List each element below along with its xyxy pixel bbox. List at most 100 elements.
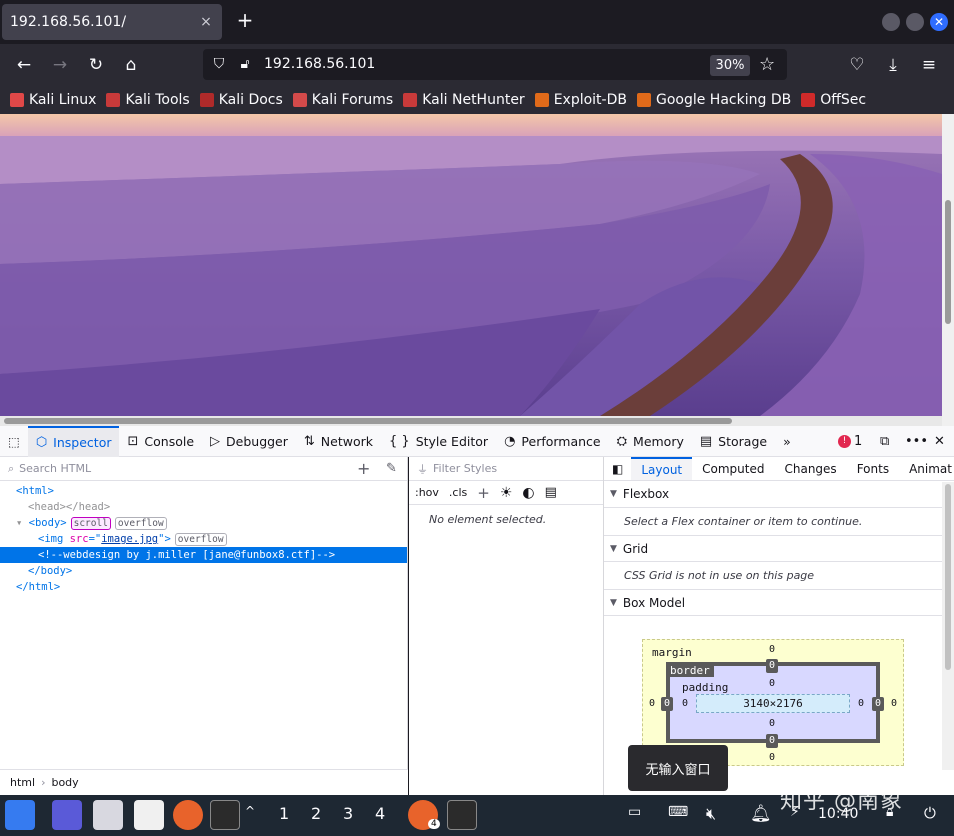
add-rule-icon[interactable]: + [477, 484, 490, 502]
tab-animations[interactable]: Animat [899, 457, 954, 480]
forward-button[interactable]: → [49, 54, 71, 76]
url-text[interactable]: 192.168.56.101 [264, 56, 375, 72]
bookmark-kali-nethunter[interactable]: Kali NetHunter [403, 92, 525, 108]
zoom-level[interactable]: 30% [710, 55, 750, 76]
margin-left-value[interactable]: 0 [649, 698, 655, 709]
padding-right-value[interactable]: 0 [858, 698, 864, 709]
eyedropper-icon[interactable]: ✎ [386, 461, 397, 476]
tree-node-head[interactable]: <head></head> [0, 499, 407, 515]
terminal-task-icon[interactable] [447, 800, 477, 830]
error-indicator[interactable]: ! 1 [838, 426, 862, 457]
maximize-button[interactable] [906, 13, 924, 31]
notification-icon[interactable]: 🔔︎ [750, 804, 772, 824]
workspace-1[interactable]: 1 [279, 804, 289, 823]
file-manager-icon[interactable] [93, 800, 123, 830]
devtools-menu-icon[interactable]: ••• [905, 426, 928, 457]
more-tools-chevron-icon[interactable]: » [775, 426, 799, 457]
tab-computed[interactable]: Computed [692, 457, 774, 480]
hov-button[interactable]: :hov [415, 486, 439, 499]
img-overflow-badge[interactable]: overflow [174, 533, 227, 546]
box-model-section-header[interactable]: ▼ Box Model [604, 589, 942, 616]
vertical-scrollbar-thumb[interactable] [945, 200, 951, 324]
desktop-icon[interactable] [52, 800, 82, 830]
tab-inspector[interactable]: ⬡ Inspector [27, 425, 120, 457]
menu-icon[interactable]: ≡ [918, 54, 940, 76]
print-media-icon[interactable]: ▤ [545, 485, 557, 500]
flexbox-section-header[interactable]: ▼ Flexbox [604, 481, 942, 508]
tab-style-editor[interactable]: { } Style Editor [381, 426, 496, 457]
home-button[interactable]: ⌂ [120, 54, 142, 76]
new-tab-button[interactable]: + [234, 10, 256, 32]
border-right-value[interactable]: 0 [872, 697, 884, 711]
tab-memory[interactable]: ⛭ Memory [609, 426, 692, 457]
workspace-2[interactable]: 2 [311, 804, 321, 823]
margin-right-value[interactable]: 0 [891, 698, 897, 709]
pocket-icon[interactable]: ♡ [846, 54, 868, 76]
tab-performance[interactable]: ◔ Performance [496, 426, 609, 457]
tab-storage[interactable]: ▤ Storage [692, 426, 775, 457]
overflow-badge[interactable]: overflow [114, 517, 167, 530]
tab-fonts[interactable]: Fonts [847, 457, 899, 480]
kali-menu-icon[interactable] [5, 800, 35, 830]
border-bottom-value[interactable]: 0 [766, 734, 778, 748]
downloads-icon[interactable]: ⤓ [882, 54, 904, 76]
mute-icon[interactable]: 🔇︎ [706, 804, 716, 824]
insecure-lock-icon[interactable]: 🔓︎ [236, 55, 254, 73]
padding-top-value[interactable]: 0 [769, 678, 775, 689]
bookmark-kali-tools[interactable]: Kali Tools [106, 92, 190, 108]
tab-changes[interactable]: Changes [774, 457, 846, 480]
breadcrumb-html[interactable]: html [10, 776, 35, 789]
bookmark-kali-docs[interactable]: Kali Docs [199, 92, 283, 108]
logout-icon[interactable]: ⏻ [924, 804, 936, 822]
bookmark-star-icon[interactable]: ☆ [759, 54, 775, 75]
reload-button[interactable]: ↻ [85, 54, 107, 76]
url-bar[interactable]: ⛉ 🔓︎ 192.168.56.101 30% ☆ [203, 49, 787, 80]
bookmark-exploit-db[interactable]: Exploit-DB [534, 92, 627, 108]
responsive-mode-icon[interactable]: ⧉ [880, 426, 889, 457]
close-window-button[interactable]: ✕ [930, 13, 948, 31]
tree-node-html[interactable]: <html> [0, 483, 407, 499]
dark-mode-icon[interactable]: ◐ [522, 485, 534, 501]
workspace-3[interactable]: 3 [343, 804, 353, 823]
grid-section-header[interactable]: ▼ Grid [604, 535, 942, 562]
bookmark-kali-linux[interactable]: Kali Linux [10, 92, 96, 108]
browser-tab[interactable]: 192.168.56.101/ × [2, 4, 222, 40]
tab-console[interactable]: ⊡ Console [119, 426, 202, 457]
padding-left-value[interactable]: 0 [682, 698, 688, 709]
padding-bottom-value[interactable]: 0 [769, 718, 775, 729]
bookmark-google-hacking-db[interactable]: Google Hacking DB [636, 92, 791, 108]
filter-styles-bar[interactable]: ⏚ Filter Styles [409, 457, 603, 481]
close-tab-icon[interactable]: × [198, 14, 214, 30]
tab-debugger[interactable]: ▷ Debugger [202, 426, 296, 457]
keyboard-icon[interactable]: ⌨ [668, 804, 688, 820]
chevron-up-icon[interactable]: ^ [245, 804, 255, 818]
search-html-bar[interactable]: ⌕ Search HTML + ✎ [0, 457, 407, 481]
pick-element-icon[interactable]: ⬚ [0, 426, 28, 457]
bookmark-kali-forums[interactable]: Kali Forums [292, 92, 393, 108]
search-html-input[interactable]: Search HTML [19, 462, 91, 475]
breadcrumb-body[interactable]: body [51, 776, 78, 789]
cls-button[interactable]: .cls [449, 486, 467, 499]
shield-icon[interactable]: ⛉ [210, 55, 228, 73]
tree-node-comment[interactable]: <!--webdesign by j.miller [jane@funbox8.… [0, 547, 407, 563]
scroll-badge[interactable]: scroll [70, 517, 111, 530]
tree-node-img[interactable]: <img src="image.jpg"> overflow [0, 531, 407, 547]
layout-scrollbar-thumb[interactable] [945, 484, 951, 670]
margin-top-value[interactable]: 0 [769, 644, 775, 655]
margin-bottom-value[interactable]: 0 [769, 752, 775, 763]
tree-node-html-close[interactable]: </html> [0, 579, 407, 595]
workspace-4[interactable]: 4 [375, 804, 385, 823]
minimize-button[interactable] [882, 13, 900, 31]
back-button[interactable]: ← [13, 54, 35, 76]
horizontal-scrollbar-thumb[interactable] [4, 418, 732, 424]
firefox-icon[interactable] [173, 800, 203, 830]
box-model-content-size[interactable]: 3140×2176 [696, 694, 850, 713]
text-editor-icon[interactable] [134, 800, 164, 830]
display-icon[interactable]: ▭ [628, 804, 641, 820]
tab-network[interactable]: ⇅ Network [296, 426, 381, 457]
tree-node-body-close[interactable]: </body> [0, 563, 407, 579]
light-mode-icon[interactable]: ☀ [500, 485, 513, 501]
border-top-value[interactable]: 0 [766, 659, 778, 673]
filter-styles-input[interactable]: Filter Styles [433, 462, 497, 475]
add-node-icon[interactable]: + [357, 459, 370, 478]
